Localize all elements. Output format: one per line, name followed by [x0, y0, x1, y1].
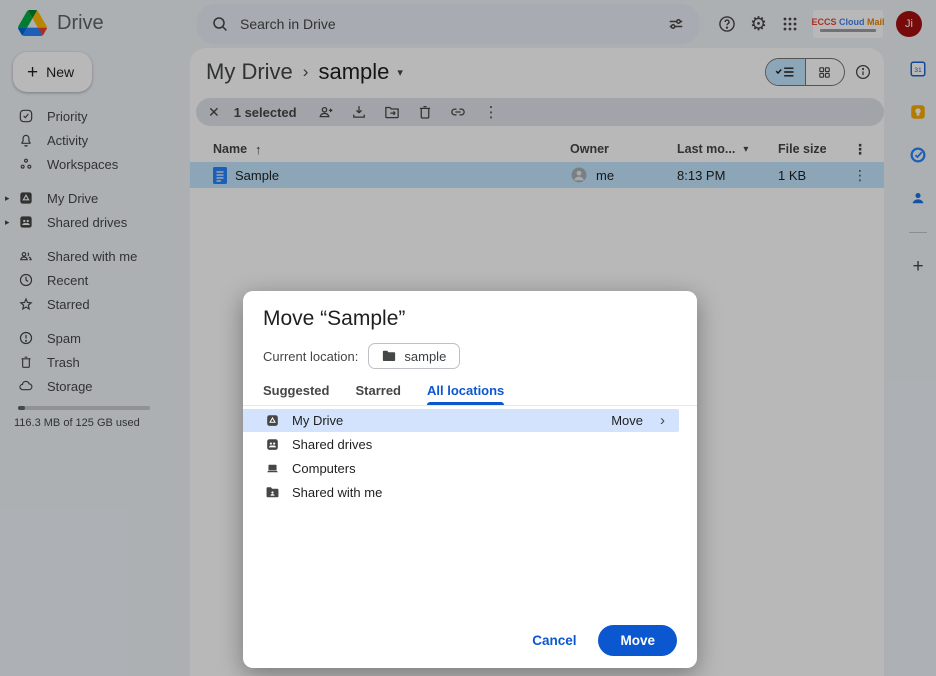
- move-dialog: Move “Sample” Current location: sample S…: [243, 291, 697, 668]
- location-row-my-drive[interactable]: My Drive Move ›: [243, 409, 679, 432]
- location-row-shared-with-me[interactable]: Shared with me: [243, 481, 679, 504]
- cancel-button[interactable]: Cancel: [516, 625, 592, 656]
- tab-starred[interactable]: Starred: [355, 379, 401, 405]
- laptop-icon: [265, 461, 280, 476]
- current-location-value: sample: [404, 349, 446, 364]
- google-drive-app: Drive + New Priority Activity Workspaces: [0, 0, 936, 676]
- shared-drives-icon: [265, 437, 280, 452]
- move-button[interactable]: Move: [598, 625, 677, 656]
- current-location-row: Current location: sample: [263, 343, 460, 369]
- dialog-title: Move “Sample”: [263, 307, 405, 331]
- tab-suggested[interactable]: Suggested: [263, 379, 329, 405]
- location-label: My Drive: [292, 413, 343, 428]
- dialog-footer: Cancel Move: [516, 625, 677, 656]
- dialog-tabs: Suggested Starred All locations: [243, 379, 697, 406]
- location-row-shared-drives[interactable]: Shared drives: [243, 433, 679, 456]
- chevron-right-icon[interactable]: ›: [660, 412, 665, 429]
- folder-icon: [382, 350, 396, 362]
- shared-folder-icon: [265, 485, 280, 500]
- location-label: Shared drives: [292, 437, 372, 452]
- my-drive-icon: [265, 413, 280, 428]
- current-location-label: Current location:: [263, 349, 358, 364]
- location-label: Shared with me: [292, 485, 382, 500]
- move-here-label[interactable]: Move: [611, 413, 643, 428]
- location-label: Computers: [292, 461, 356, 476]
- location-row-computers[interactable]: Computers: [243, 457, 679, 480]
- tab-all-locations[interactable]: All locations: [427, 379, 504, 405]
- location-list: My Drive Move › Shared drives Computers …: [243, 409, 697, 505]
- current-location-chip[interactable]: sample: [368, 343, 460, 369]
